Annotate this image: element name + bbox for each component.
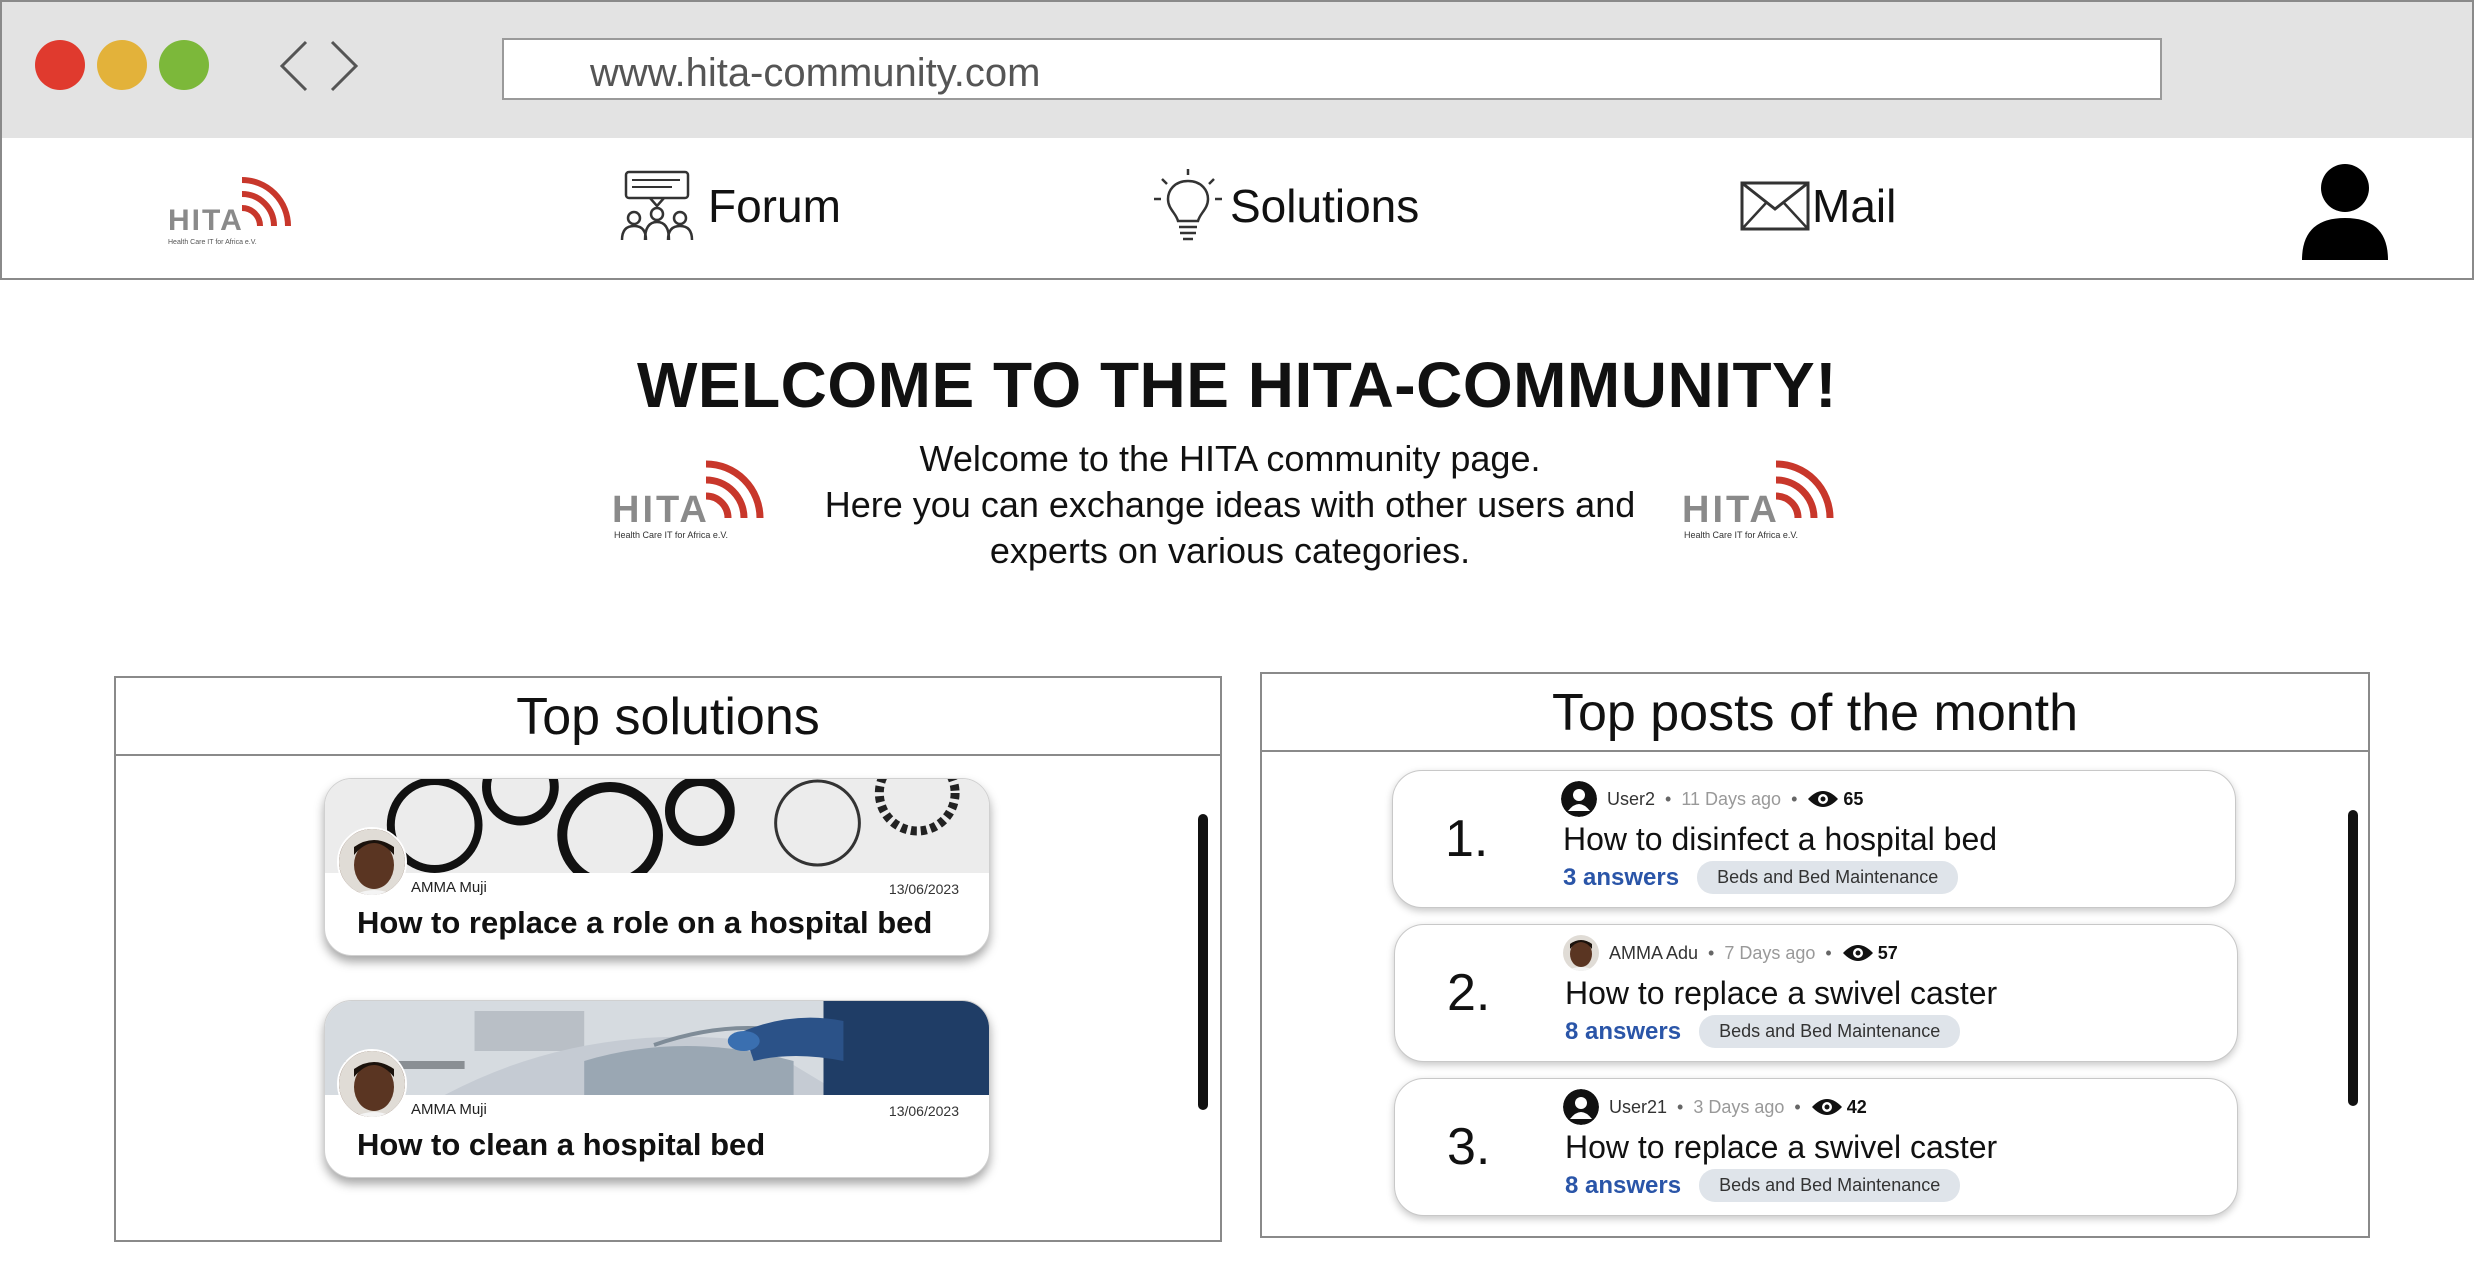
post-rank: 2.	[1447, 964, 1491, 1022]
post-rank: 3.	[1447, 1118, 1491, 1176]
post-answers-link[interactable]: 3 answers	[1563, 864, 1679, 892]
mail-icon	[1740, 181, 1810, 231]
eye-icon	[1811, 1099, 1842, 1115]
author-avatar	[337, 1049, 407, 1119]
browser-toolbar: www.hita-community.com	[0, 0, 2474, 140]
solution-title: How to replace a role on a hospital bed	[357, 905, 933, 940]
svg-text:Health Care IT for Africa e.V.: Health Care IT for Africa e.V.	[614, 530, 728, 540]
post-user[interactable]: User21	[1609, 1097, 1667, 1118]
welcome-line-2: Here you can exchange ideas with other u…	[824, 484, 1636, 525]
user-avatar	[1563, 935, 1599, 971]
separator-dot: •	[1665, 788, 1672, 809]
solution-author: AMMA Muji	[411, 879, 487, 896]
site-navigation: HITA Health Care IT for Africa e.V. Foru…	[0, 138, 2474, 280]
nav-forum-label: Forum	[708, 180, 841, 232]
separator-dot: •	[1708, 942, 1715, 963]
minimize-window-button[interactable]	[97, 40, 147, 90]
post-card[interactable]: 3. User21 • 3 Days ago • 42 How to repla…	[1394, 1078, 2238, 1216]
post-time: 7 Days ago	[1724, 942, 1816, 963]
nav-forum[interactable]: Forum	[620, 166, 841, 246]
user-icon	[1563, 1089, 1599, 1125]
separator-dot: •	[1677, 1096, 1684, 1117]
top-solutions-heading: Top solutions	[116, 678, 1220, 756]
welcome-line-3: experts on various categories.	[989, 530, 1471, 571]
post-answers-link[interactable]: 8 answers	[1565, 1172, 1681, 1200]
nav-mail-label: Mail	[1812, 180, 1897, 232]
top-solutions-scrollbar[interactable]	[1198, 814, 1208, 1110]
post-time: 11 Days ago	[1681, 788, 1782, 809]
separator-dot: •	[1791, 788, 1798, 809]
eye-icon	[1842, 945, 1873, 961]
address-bar[interactable]: www.hita-community.com	[502, 38, 2162, 100]
maximize-window-button[interactable]	[159, 40, 209, 90]
top-posts-scrollbar[interactable]	[2348, 810, 2358, 1106]
post-meta: User21 • 3 Days ago • 42	[1563, 1089, 1867, 1125]
post-views-count: 65	[1843, 788, 1864, 809]
user-icon	[1561, 781, 1597, 817]
nav-mail[interactable]: Mail	[1740, 166, 1896, 246]
post-title[interactable]: How to disinfect a hospital bed	[1563, 821, 1997, 858]
post-meta: AMMA Adu • 7 Days ago • 57	[1563, 935, 1898, 971]
post-footer: 8 answers Beds and Bed Maintenance	[1565, 1015, 1961, 1048]
post-views: 65	[1807, 789, 1863, 810]
post-user[interactable]: AMMA Adu	[1609, 943, 1698, 964]
hita-logo-left: HITA Health Care IT for Africa e.V.	[612, 460, 764, 540]
post-answers-link[interactable]: 8 answers	[1565, 1018, 1681, 1046]
solution-title: How to clean a hospital bed	[357, 1127, 766, 1162]
solution-image-bed	[325, 1001, 989, 1095]
post-meta: User2 • 11 Days ago • 65	[1561, 781, 1863, 817]
nav-solutions[interactable]: Solutions	[1152, 166, 1419, 246]
post-rank: 1.	[1445, 810, 1489, 868]
post-title[interactable]: How to replace a swivel caster	[1565, 975, 1997, 1012]
solution-card[interactable]: AMMA Muji 13/06/2023 How to clean a hosp…	[324, 1000, 990, 1178]
url-text: www.hita-community.com	[590, 51, 1041, 95]
post-user[interactable]: User2	[1607, 789, 1655, 810]
post-views: 42	[1811, 1097, 1867, 1118]
solution-author: AMMA Muji	[411, 1101, 487, 1118]
top-posts-heading: Top posts of the month	[1262, 674, 2368, 752]
svg-text:Health Care IT for Africa e.V.: Health Care IT for Africa e.V.	[1684, 530, 1798, 540]
forum-icon	[620, 170, 694, 241]
separator-dot: •	[1794, 1096, 1801, 1117]
post-title[interactable]: How to replace a swivel caster	[1565, 1129, 1997, 1166]
forward-arrow-icon[interactable]	[324, 36, 364, 96]
svg-text:HITA: HITA	[1682, 489, 1780, 531]
post-footer: 3 answers Beds and Bed Maintenance	[1563, 861, 1959, 894]
close-window-button[interactable]	[35, 40, 85, 90]
post-footer: 8 answers Beds and Bed Maintenance	[1565, 1169, 1961, 1202]
solution-date: 13/06/2023	[888, 1103, 959, 1119]
svg-text:Health Care IT for Africa e.V.: Health Care IT for Africa e.V.	[168, 239, 257, 246]
svg-text:HITA: HITA	[612, 489, 710, 531]
solution-image-rings	[325, 779, 989, 873]
post-views: 57	[1842, 943, 1898, 964]
nav-solutions-label: Solutions	[1230, 180, 1420, 232]
post-time: 3 Days ago	[1693, 1096, 1785, 1117]
post-category-tag[interactable]: Beds and Bed Maintenance	[1699, 1169, 1961, 1202]
separator-dot: •	[1825, 942, 1832, 963]
author-avatar	[337, 827, 407, 897]
welcome-text: Welcome to the HITA community page. Here…	[780, 436, 1680, 574]
eye-icon	[1808, 791, 1839, 807]
post-card[interactable]: 2. AMMA Adu • 7 Days ago • 57 How to rep…	[1394, 924, 2238, 1062]
lightbulb-icon	[1154, 169, 1222, 241]
post-views-count: 57	[1877, 942, 1898, 963]
solution-date: 13/06/2023	[888, 881, 959, 897]
post-category-tag[interactable]: Beds and Bed Maintenance	[1699, 1015, 1961, 1048]
post-category-tag[interactable]: Beds and Bed Maintenance	[1697, 861, 1959, 894]
post-card[interactable]: 1. User2 • 11 Days ago • 65 How to disin…	[1392, 770, 2236, 908]
back-arrow-icon[interactable]	[274, 36, 314, 96]
solution-card[interactable]: AMMA Muji 13/06/2023 How to replace a ro…	[324, 778, 990, 956]
post-views-count: 42	[1846, 1096, 1867, 1117]
user-profile-icon[interactable]	[2300, 160, 2390, 260]
hita-logo-right: HITA Health Care IT for Africa e.V.	[1682, 460, 1834, 540]
welcome-line-1: Welcome to the HITA community page.	[919, 438, 1541, 479]
page-title: WELCOME TO THE HITA-COMMUNITY!	[636, 349, 1838, 421]
svg-text:HITA: HITA	[168, 204, 244, 237]
hita-logo[interactable]: HITA Health Care IT for Africa e.V.	[164, 168, 304, 250]
